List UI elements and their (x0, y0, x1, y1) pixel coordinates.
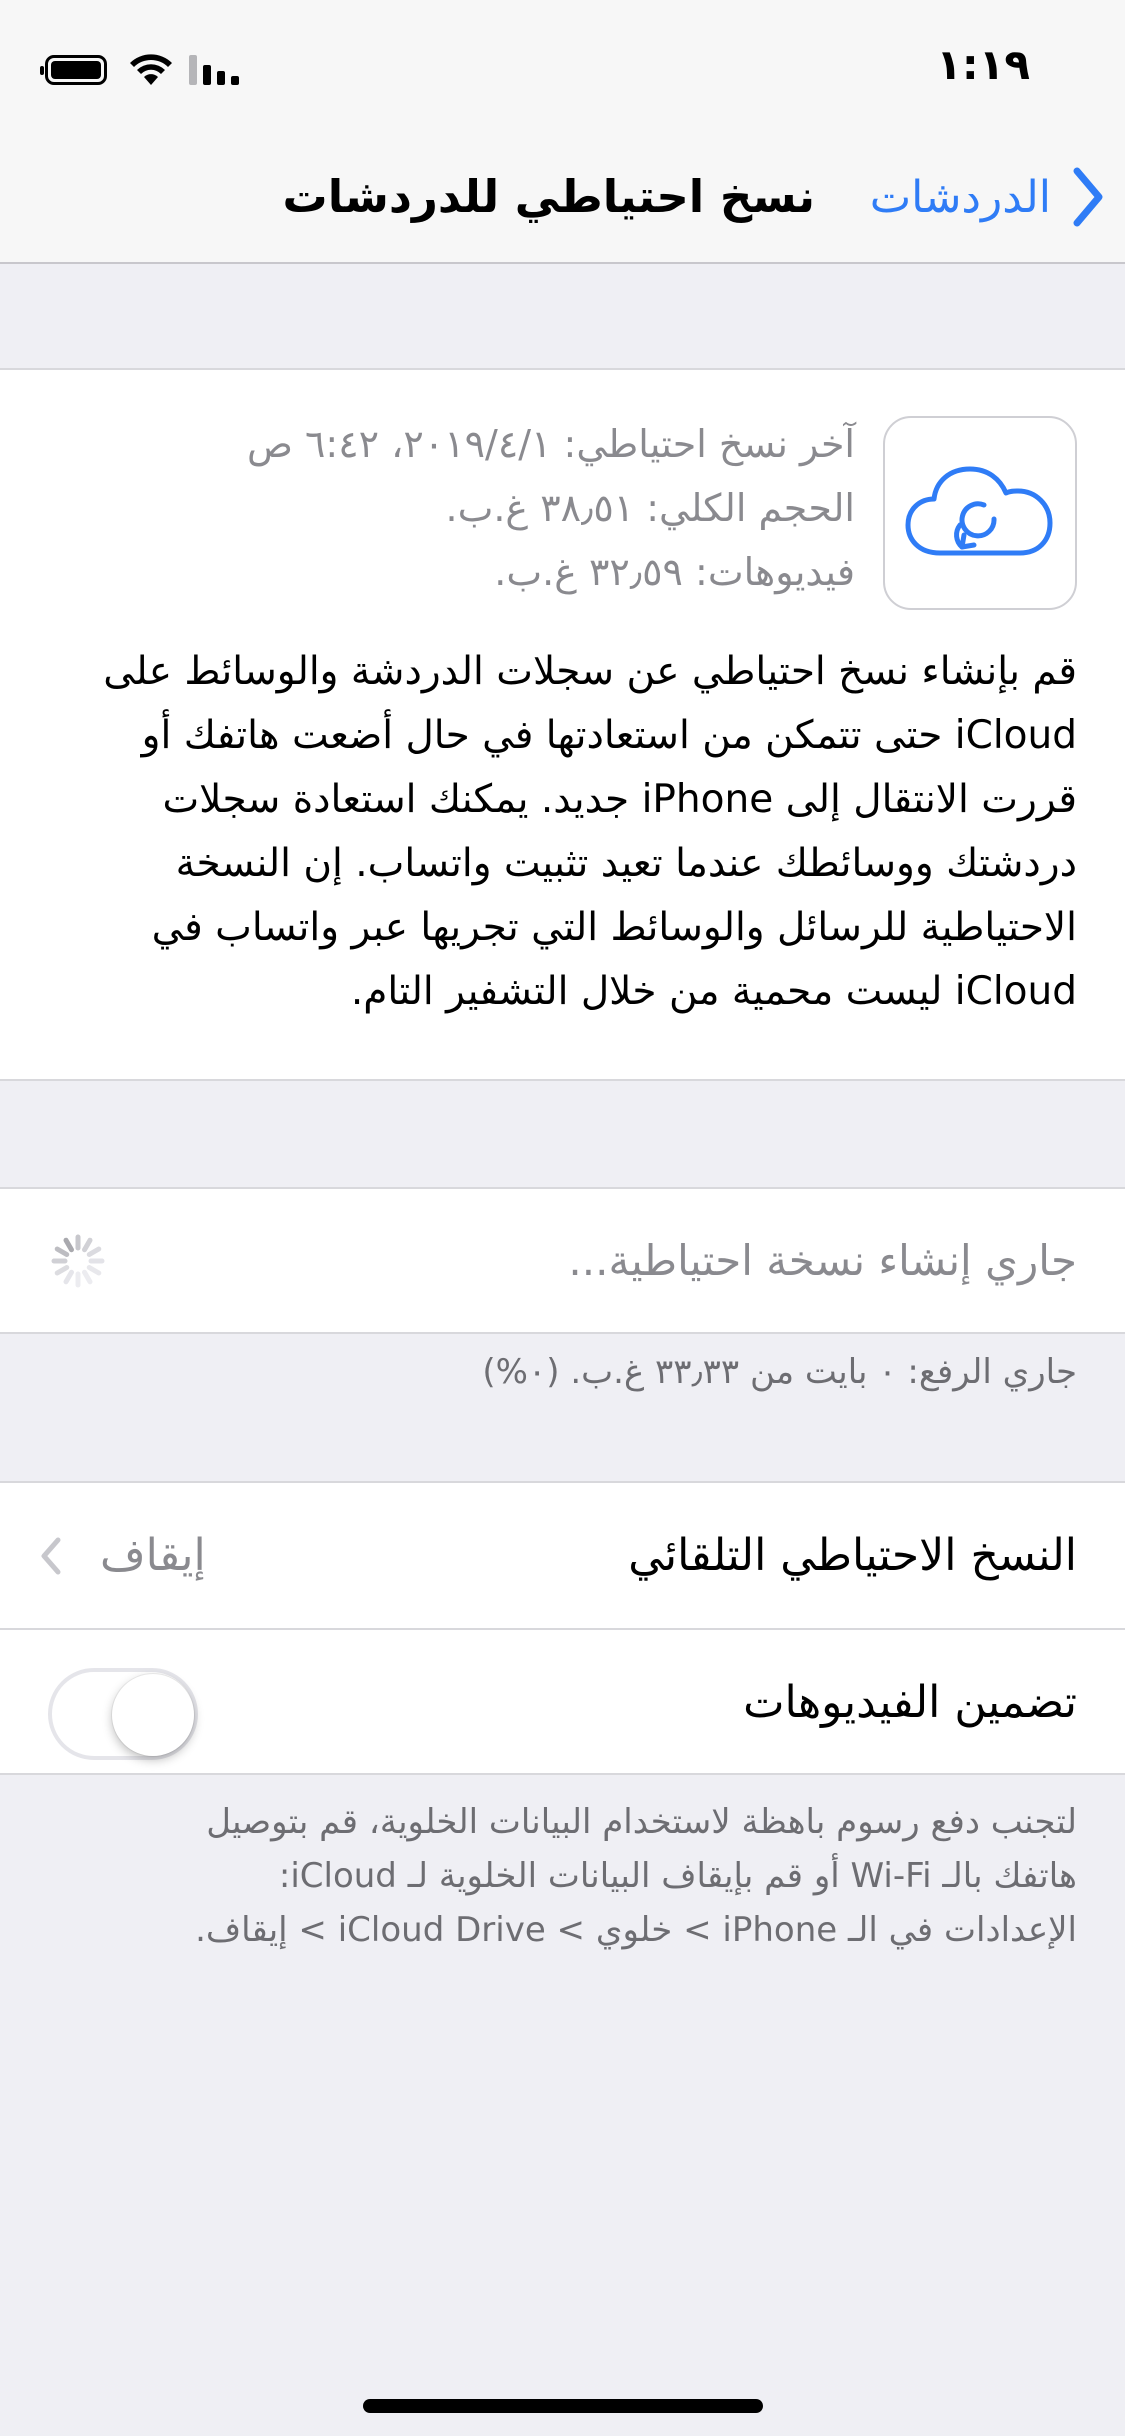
page-title: نسخ احتياطي للدردشات (282, 170, 816, 223)
cloud-sync-icon (905, 466, 1053, 556)
cellular-data-note-line-2: هاتفك بالـ Wi-Fi أو قم بإيقاف البيانات ا… (278, 1856, 1077, 1896)
home-indicator[interactable] (363, 2399, 763, 2413)
back-button[interactable]: الدردشات (870, 132, 1105, 262)
backup-progress-cell: جاري إنشاء نسخة احتياطية... (0, 1187, 1125, 1334)
cellular-data-note-line-3: الإعدادات في الـ iPhone > خلوي > iCloud … (195, 1910, 1077, 1950)
include-videos-toggle[interactable] (48, 1668, 198, 1760)
icloud-backup-icon (883, 416, 1077, 610)
auto-backup-label: النسخ الاحتياطي التلقائي (628, 1530, 1077, 1581)
cellular-signal-icon (189, 55, 239, 85)
last-backup-text: آخر نسخ احتياطي: ٢٠١٩/٤/١، ٦:٤٢ ص (246, 422, 855, 466)
upload-status-text: جاري الرفع: ٠ بايت من ٣٣٫٣٣ غ.ب. (٠%) (482, 1352, 1077, 1392)
status-time: ١:١٩ (936, 40, 1030, 89)
cellular-data-note: لتجنب دفع رسوم باهظة لاستخدام البيانات ا… (37, 1795, 1077, 1957)
back-button-label: الدردشات (869, 171, 1051, 223)
auto-backup-value: إيقاف (100, 1530, 206, 1581)
wifi-icon (130, 54, 172, 85)
backup-info-section: آخر نسخ احتياطي: ٢٠١٩/٤/١، ٦:٤٢ ص الحجم … (0, 368, 1125, 1081)
backup-meta: آخر نسخ احتياطي: ٢٠١٩/٤/١، ٦:٤٢ ص الحجم … (247, 412, 855, 604)
cellular-data-note-line-1: لتجنب دفع رسوم باهظة لاستخدام البيانات ا… (206, 1802, 1077, 1842)
navigation-bar: الدردشات نسخ احتياطي للدردشات (0, 132, 1125, 264)
auto-backup-value-group[interactable]: إيقاف (40, 1483, 206, 1628)
backup-progress-label: جاري إنشاء نسخة احتياطية... (568, 1236, 1077, 1285)
activity-spinner-icon (51, 1234, 105, 1288)
videos-size-text: فيديوهات: ٣٢٫٥٩ غ.ب. (494, 550, 855, 594)
status-icons (40, 52, 241, 88)
backup-settings-group: النسخ الاحتياطي التلقائي إيقاف تضمين الف… (0, 1481, 1125, 1775)
chevron-left-icon (1073, 167, 1103, 227)
include-videos-label: تضمين الفيديوهات (743, 1677, 1077, 1728)
chevron-left-icon (41, 1537, 61, 1574)
status-bar: ١:١٩ (0, 0, 1125, 132)
include-videos-row: تضمين الفيديوهات (0, 1630, 1125, 1775)
auto-backup-row[interactable]: النسخ الاحتياطي التلقائي إيقاف (0, 1483, 1125, 1630)
total-size-text: الحجم الكلي: ٣٨٫٥١ غ.ب. (445, 486, 856, 530)
toggle-knob (112, 1674, 194, 1756)
backup-description: قم بإنشاء نسخ احتياطي عن سجلات الدردشة و… (103, 649, 1077, 1014)
battery-icon (40, 55, 107, 85)
